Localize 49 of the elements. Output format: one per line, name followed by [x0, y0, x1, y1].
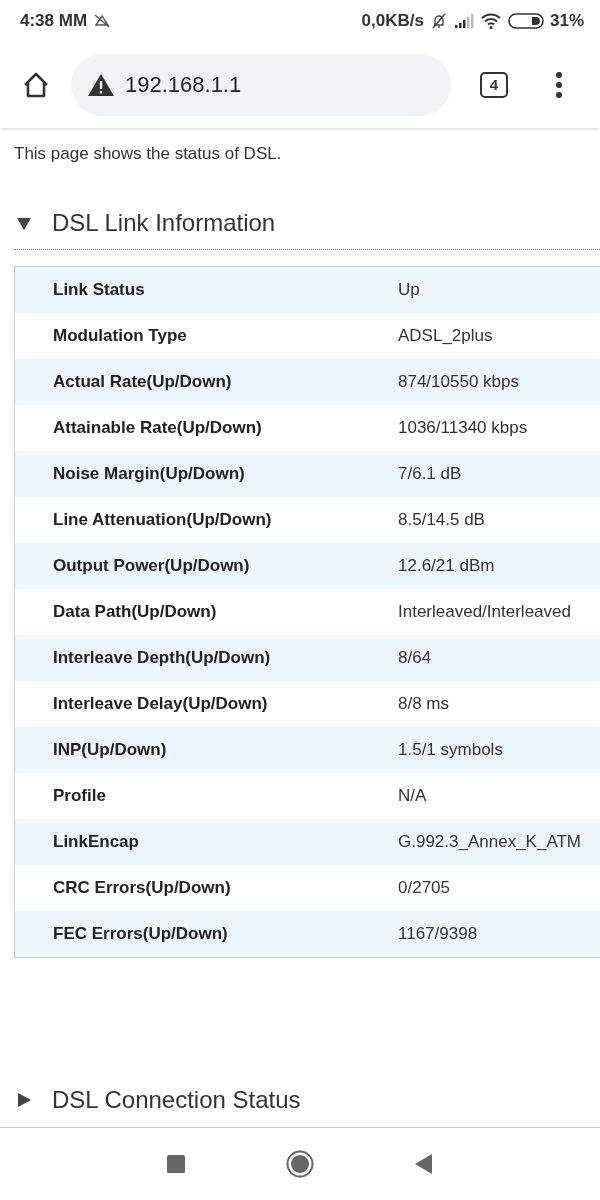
signal-icon: [453, 13, 474, 29]
battery-icon: [507, 12, 544, 30]
row-label: Data Path(Up/Down): [52, 601, 218, 622]
network-speed: 0,0KB/s: [361, 11, 424, 31]
battery-level: 31%: [549, 11, 584, 31]
row-value: 1167/9398: [398, 923, 478, 944]
section-header[interactable]: DSL Connection Status: [0, 1085, 600, 1114]
row-value: 7/6.1 dB: [398, 463, 462, 484]
back-icon[interactable]: [414, 1153, 434, 1176]
collapsed-triangle-icon: [16, 1091, 32, 1108]
muted-bell-icon: [429, 12, 448, 30]
recents-icon[interactable]: [166, 1154, 186, 1175]
row-label: Output Power(Up/Down): [52, 555, 251, 576]
row-value: 8/64: [398, 647, 432, 668]
wifi-icon: [479, 13, 502, 29]
tab-count-button[interactable]: 4: [480, 71, 508, 98]
row-value: Up: [398, 279, 420, 300]
row-value: 1.5/1 symbols: [398, 739, 503, 760]
row-value: ADSL_2plus: [398, 325, 493, 346]
row-value: 8/8 ms: [398, 693, 450, 714]
sync-off-icon: [93, 13, 112, 29]
row-label: Interleave Depth(Up/Down): [52, 647, 272, 668]
row-value: 0/2705: [398, 877, 450, 898]
row-label: Modulation Type: [52, 325, 188, 346]
row-value: 1036/11340 kbps: [398, 417, 528, 438]
row-label: FEC Errors(Up/Down): [52, 923, 229, 944]
row-value: 874/10550 kbps: [398, 371, 519, 392]
row-label: CRC Errors(Up/Down): [52, 877, 232, 898]
row-label: Interleave Delay(Up/Down): [52, 693, 269, 714]
row-value: 8.5/14.5 dB: [398, 509, 485, 530]
row-value: Interleaved/Interleaved: [398, 601, 571, 622]
row-label: Noise Margin(Up/Down): [52, 463, 246, 484]
row-label: Actual Rate(Up/Down): [52, 371, 233, 392]
page-description: This page shows the status of DSL.: [14, 143, 283, 164]
row-label: Line Attenuation(Up/Down): [52, 509, 273, 530]
row-value: G.992.3_Annex_K_ATM: [398, 831, 581, 852]
home-button-icon[interactable]: [286, 1150, 314, 1179]
address-bar[interactable]: 192.168.1.1: [71, 53, 451, 116]
warning-icon: [87, 72, 115, 97]
section-header[interactable]: DSL Link Information: [0, 208, 600, 237]
row-label: Attainable Rate(Up/Down): [52, 417, 263, 438]
status-time: 4:38 MM: [20, 11, 88, 31]
row-label: Profile: [52, 785, 107, 806]
menu-icon[interactable]: [554, 69, 564, 100]
row-value: 12.6/21 dBm: [398, 555, 495, 576]
row-value: N/A: [398, 785, 427, 806]
row-label: LinkEncap: [52, 831, 140, 852]
row-label: Link Status: [52, 279, 146, 300]
row-label: INP(Up/Down): [52, 739, 168, 760]
